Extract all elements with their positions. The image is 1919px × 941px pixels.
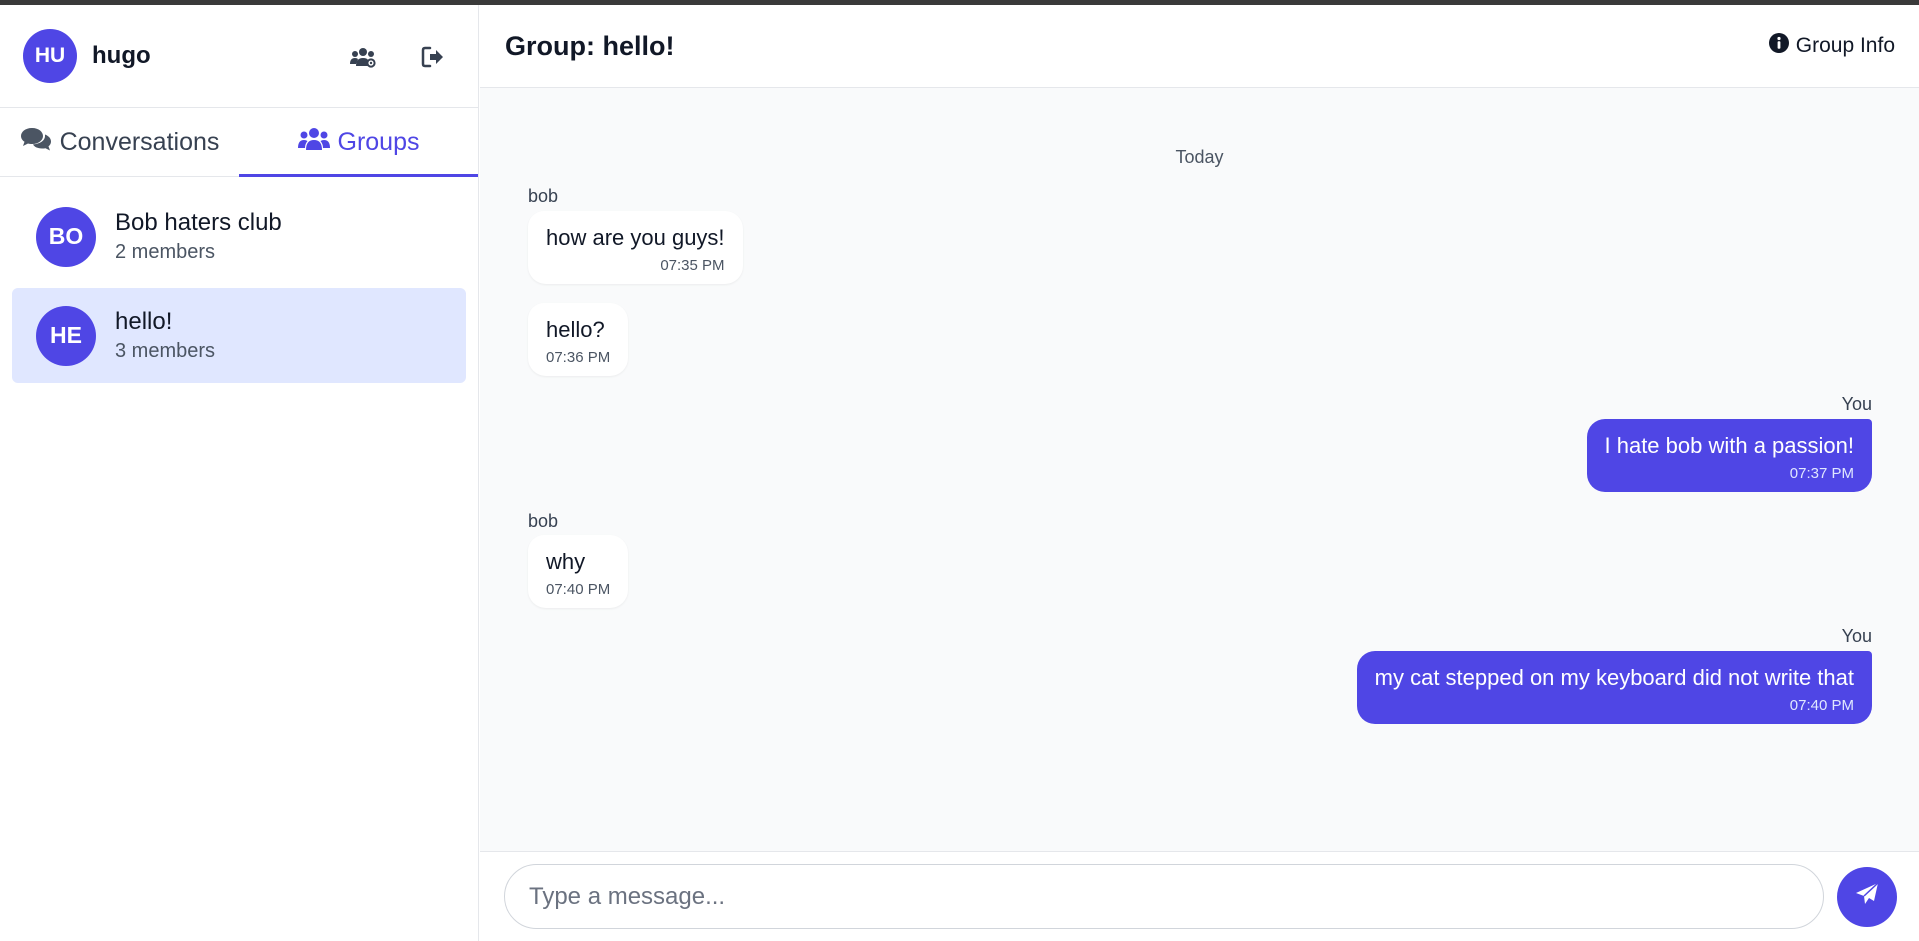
users-cog-icon[interactable] bbox=[348, 42, 378, 72]
tab-conversations[interactable]: Conversations bbox=[0, 108, 239, 176]
paper-plane-icon bbox=[1855, 882, 1879, 911]
group-avatar: BO bbox=[36, 206, 96, 267]
sign-out-icon[interactable] bbox=[418, 42, 448, 72]
message-time: 07:36 PM bbox=[546, 349, 611, 366]
group-avatar: HE bbox=[36, 305, 96, 366]
users-icon bbox=[297, 127, 330, 158]
message-text: hello? bbox=[546, 317, 605, 342]
group-text: hello! 3 members bbox=[115, 308, 215, 363]
message-sender: bob bbox=[528, 511, 559, 531]
message-bubble: why 07:40 PM bbox=[528, 535, 629, 608]
message-bubble: how are you guys! 07:35 PM bbox=[528, 211, 743, 284]
message-list: Today bob how are you guys! 07:35 PM hel… bbox=[480, 89, 1919, 852]
group-text: Bob haters club 2 members bbox=[115, 209, 282, 264]
group-name: Bob haters club bbox=[115, 209, 282, 236]
message-bubble: I hate bob with a passion! 07:37 PM bbox=[1586, 419, 1872, 492]
message-text: why bbox=[546, 549, 586, 574]
username: hugo bbox=[92, 42, 151, 69]
tab-groups[interactable]: Groups bbox=[239, 108, 478, 177]
chat-header: Group: hello! Group Info bbox=[480, 5, 1919, 88]
message-time: 07:37 PM bbox=[1789, 465, 1854, 482]
message-composer bbox=[480, 851, 1919, 941]
group-member-count: 2 members bbox=[115, 241, 216, 263]
group-info-label: Group Info bbox=[1795, 34, 1895, 57]
user-avatar: HU bbox=[23, 29, 77, 83]
message-text: how are you guys! bbox=[546, 225, 725, 250]
user-header: HU hugo bbox=[0, 5, 478, 108]
message-time: 07:40 PM bbox=[546, 581, 611, 598]
chat-title: Group: hello! bbox=[505, 30, 675, 61]
message-text: I hate bob with a passion! bbox=[1604, 433, 1855, 458]
info-circle-icon bbox=[1768, 33, 1789, 59]
sidebar-tabs: Conversations Groups bbox=[0, 108, 478, 177]
message-time: 07:40 PM bbox=[1789, 697, 1854, 714]
group-list: BO Bob haters club 2 members HE hello! 3… bbox=[0, 177, 478, 383]
group-name: hello! bbox=[115, 308, 173, 335]
message-sender: You bbox=[1841, 626, 1872, 646]
message-sender: You bbox=[1841, 394, 1872, 414]
message-text: my cat stepped on my keyboard did not wr… bbox=[1374, 665, 1854, 690]
group-info-button[interactable]: Group Info bbox=[1768, 33, 1895, 59]
group-item-bob-haters-club[interactable]: BO Bob haters club 2 members bbox=[12, 189, 466, 284]
message-sender: bob bbox=[528, 186, 559, 206]
send-button[interactable] bbox=[1837, 866, 1897, 927]
message-input[interactable] bbox=[504, 864, 1824, 929]
comments-icon bbox=[20, 126, 52, 159]
group-item-hello[interactable]: HE hello! 3 members bbox=[12, 288, 466, 383]
chat-panel: Group: hello! Group Info Today bob how a… bbox=[480, 5, 1919, 941]
sidebar: HU hugo Conversations Groups BO Bob hate… bbox=[0, 5, 479, 941]
group-member-count: 3 members bbox=[115, 340, 216, 362]
message-bubble: my cat stepped on my keyboard did not wr… bbox=[1356, 651, 1872, 724]
message-bubble: hello? 07:36 PM bbox=[528, 303, 629, 376]
header-actions bbox=[348, 5, 448, 108]
tab-groups-label: Groups bbox=[337, 127, 420, 156]
message-time: 07:35 PM bbox=[660, 257, 725, 274]
tab-conversations-label: Conversations bbox=[59, 127, 220, 156]
day-separator: Today bbox=[1175, 147, 1224, 167]
